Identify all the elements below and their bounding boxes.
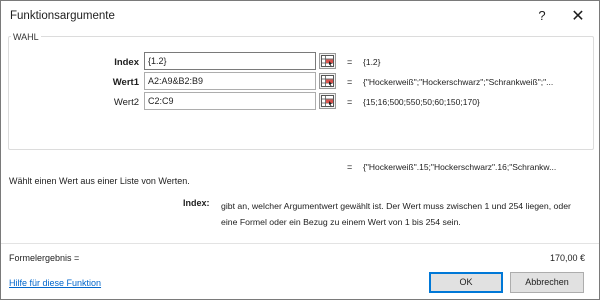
argument-input-wert1[interactable]: A2:A9&B2:B9 [144,72,316,90]
argument-row-wert2: Wert2 C2:C9 = {15;16;500;550;50;60;150;1… [1,92,599,112]
equals-sign: = [347,162,353,172]
argument-row-index: Index {1.2} = {1.2} [1,52,599,72]
cancel-button[interactable]: Abbrechen [510,272,584,293]
equals-sign: = [347,77,353,87]
formula-result-label: Formelergebnis = [9,253,80,263]
argument-row-wert1: Wert1 A2:A9&B2:B9 = {"Hockerweiß";"Hocke… [1,72,599,92]
argument-result-wert1: {"Hockerweiß";"Hockerschwarz";"Schrankwe… [363,77,554,87]
function-arguments-dialog: Funktionsargumente ? ✕ WAHL Index {1.2} … [0,0,600,300]
formula-result-value: 170,00 € [549,253,585,263]
argument-input-index[interactable]: {1.2} [144,52,316,70]
dialog-title: Funktionsargumente [10,10,115,22]
close-button[interactable]: ✕ [570,6,586,26]
range-select-button-wert1[interactable] [319,73,336,89]
argument-label-wert2: Wert2 [113,97,139,108]
argument-input-wert2[interactable]: C2:C9 [144,92,316,110]
argument-result-index: {1.2} [363,57,381,67]
function-name-label: WAHL [11,32,41,42]
equals-sign: = [347,57,353,67]
argument-help-name: Index: [183,198,210,208]
equals-sign: = [347,97,353,107]
range-select-button-index[interactable] [319,53,336,69]
range-select-icon [321,95,334,107]
function-description: Wählt einen Wert aus einer Liste von Wer… [9,176,190,186]
range-select-icon [321,75,334,87]
range-select-button-wert2[interactable] [319,93,336,109]
argument-label-wert1: Wert1 [112,77,139,88]
function-help-link[interactable]: Hilfe für diese Funktion [9,278,101,288]
argument-result-wert2: {15;16;500;550;50;60;150;170} [363,97,480,107]
help-button[interactable]: ? [535,8,549,23]
function-result-preview: {"Hockerweiß".15;"Hockerschwarz".16;"Sch… [363,162,557,172]
divider [1,243,599,244]
argument-label-index: Index [114,57,139,68]
title-bar: Funktionsargumente ? ✕ [1,1,599,31]
argument-help-text: gibt an, welcher Argumentwert gewählt is… [221,201,571,227]
ok-button[interactable]: OK [429,272,503,293]
range-select-icon [321,55,334,67]
